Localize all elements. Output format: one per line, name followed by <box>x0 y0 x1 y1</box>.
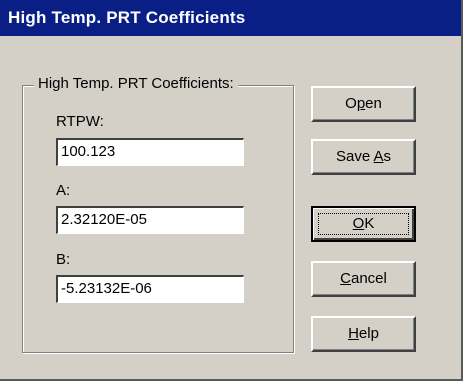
b-field[interactable]: -5.23132E-06 <box>56 275 244 303</box>
ok-button-label: OK <box>352 215 375 232</box>
ok-button[interactable]: OK <box>311 206 416 242</box>
cancel-button[interactable]: Cancel <box>311 261 416 297</box>
cancel-button-label: Cancel <box>340 270 387 287</box>
help-button-label: Help <box>348 325 379 342</box>
a-field[interactable]: 2.32120E-05 <box>56 206 244 234</box>
save-as-button-label: Save As <box>335 148 392 165</box>
help-button[interactable]: Help <box>311 316 416 352</box>
rtpw-field[interactable]: 100.123 <box>56 138 244 166</box>
title-bar[interactable]: High Temp. PRT Coefficients <box>0 0 461 36</box>
b-label: B: <box>56 251 71 268</box>
window-title: High Temp. PRT Coefficients <box>8 8 246 27</box>
open-button[interactable]: Open <box>311 86 416 122</box>
groupbox-legend: High Temp. PRT Coefficients: <box>34 75 238 92</box>
rtpw-label: RTPW: <box>56 113 104 130</box>
a-label: A: <box>56 182 71 199</box>
save-as-button[interactable]: Save As <box>311 139 416 175</box>
dialog-window: High Temp. PRT Coefficients High Temp. P… <box>0 0 463 381</box>
open-button-label: Open <box>345 95 382 112</box>
